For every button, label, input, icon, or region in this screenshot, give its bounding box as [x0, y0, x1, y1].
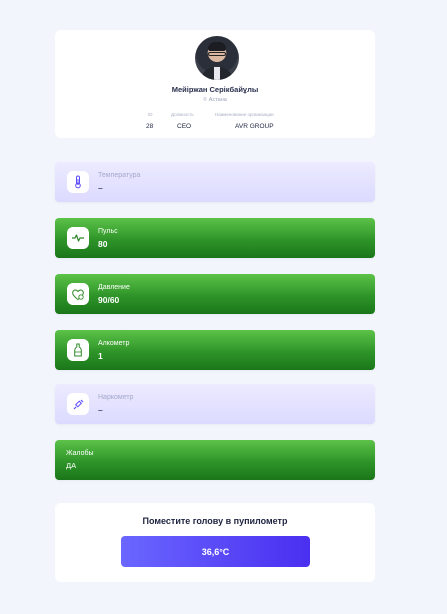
position-label: Должность: [171, 112, 194, 117]
pulse-icon-box: [67, 227, 89, 249]
profile-card: Мейіржан Серікбайұлы ⌾ Астана ID 28 Должн…: [55, 30, 375, 138]
profile-name: Мейіржан Серікбайұлы: [171, 85, 259, 94]
temperature-icon-box: [67, 171, 89, 193]
pressure-tile[interactable]: Давление 90/60: [55, 274, 375, 314]
organization-value: AVR GROUP: [235, 123, 274, 130]
alcometer-label: Алкометр: [98, 340, 130, 347]
temperature-value: –: [98, 183, 103, 193]
pulse-tile[interactable]: Пульс 80: [55, 218, 375, 258]
location-pin-icon: ⌾: [203, 97, 207, 103]
pulse-icon: [72, 234, 84, 242]
temperature-tile[interactable]: Температура –: [55, 162, 375, 202]
heart-pressure-icon: [72, 289, 84, 300]
alcometer-value: 1: [98, 351, 103, 361]
narcometer-icon-box: [67, 393, 89, 415]
pulse-label: Пульс: [98, 228, 118, 235]
id-value: 28: [146, 123, 154, 130]
temperature-label: Температура: [98, 172, 141, 179]
narcometer-label: Наркометр: [98, 394, 134, 401]
pressure-label: Давление: [98, 284, 130, 291]
alcometer-icon-box: [67, 339, 89, 361]
pulse-value: 80: [98, 239, 108, 249]
complaints-label: Жалобы: [66, 450, 94, 457]
pupilometer-title: Поместите голову в пупилометр: [142, 516, 288, 526]
narcometer-tile[interactable]: Наркометр –: [55, 384, 375, 424]
complaints-value: ДА: [66, 461, 77, 470]
profile-city: Астана: [208, 97, 227, 103]
organization-label: Наименование организации: [215, 112, 274, 117]
avatar: [195, 36, 239, 80]
pressure-value: 90/60: [98, 295, 120, 305]
narcometer-value: –: [98, 405, 103, 415]
position-value: CEO: [177, 123, 192, 130]
syringe-icon: [73, 399, 83, 409]
complaints-tile[interactable]: Жалобы ДА: [55, 440, 375, 480]
temperature-reading-button[interactable]: 36,6°C: [121, 536, 310, 567]
pupilometer-card: Поместите голову в пупилометр 36,6°C: [55, 503, 375, 582]
profile-location: ⌾ Астана: [55, 97, 375, 104]
id-label: ID: [148, 112, 153, 117]
alcometer-tile[interactable]: Алкометр 1: [55, 330, 375, 370]
thermometer-icon: [75, 175, 81, 189]
bottle-icon: [74, 343, 82, 357]
pressure-icon-box: [67, 283, 89, 305]
